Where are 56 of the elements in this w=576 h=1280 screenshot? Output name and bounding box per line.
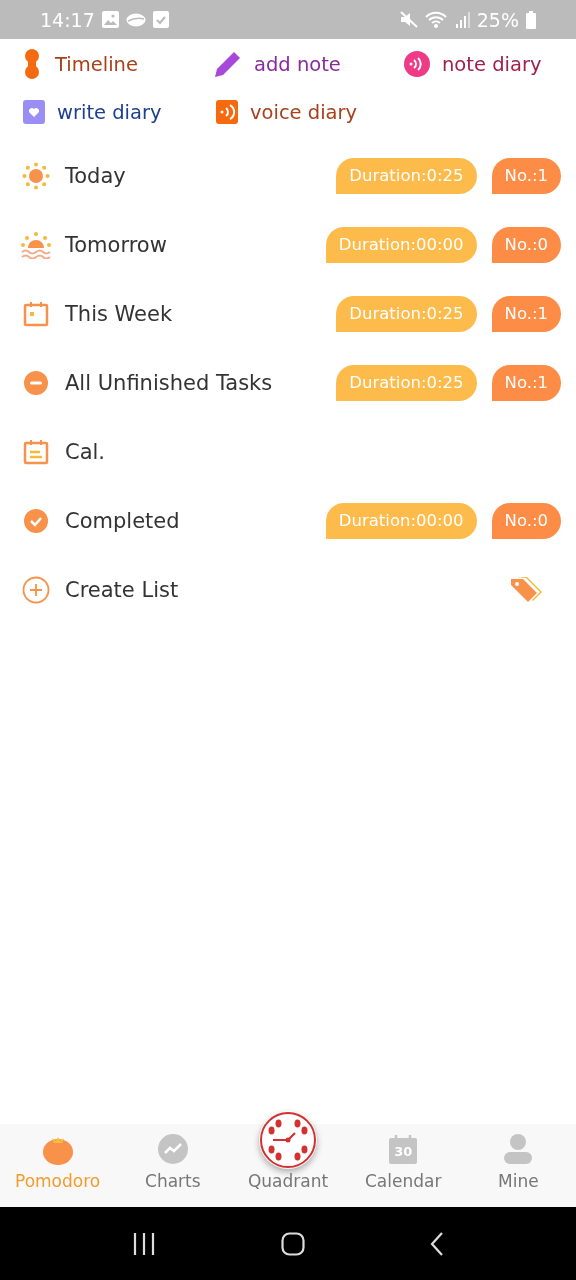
count-badge: No.:0	[491, 502, 561, 539]
nav-tab[interactable]: 30 Calendar	[345, 1124, 461, 1207]
nav-tab[interactable]: Quadrant	[230, 1106, 346, 1207]
count-badge: No.:1	[491, 157, 561, 194]
clock-time: 14:17	[40, 8, 95, 31]
count-badge: No.:1	[491, 364, 561, 401]
list-item[interactable]: Today Duration:0:25 No.:1	[0, 141, 576, 210]
home-icon[interactable]	[281, 1231, 305, 1256]
duration-badge: Duration:0:25	[336, 157, 477, 194]
shortcut-link[interactable]: Timeline	[21, 43, 214, 85]
sunrise-icon	[21, 230, 51, 259]
cloud-icon	[125, 11, 146, 28]
clock-icon[interactable]	[259, 1111, 317, 1169]
tag-icon[interactable]	[509, 574, 545, 605]
pencil-icon	[214, 50, 242, 78]
calendar-icon	[23, 300, 49, 327]
mute-icon	[399, 11, 418, 28]
duration-badge: Duration:00:00	[325, 502, 477, 539]
voice-diary-icon	[214, 99, 238, 125]
duration-badge: Duration:0:25	[336, 364, 477, 401]
chart-icon[interactable]	[156, 1133, 189, 1165]
check-circle-icon	[23, 507, 49, 534]
calendar-icon	[23, 438, 49, 465]
list-item[interactable]: Cal.	[0, 417, 576, 486]
shortcut-link[interactable]: note diary	[404, 43, 574, 85]
shortcut-link[interactable]: write diary	[21, 91, 214, 133]
checkbox-icon	[152, 11, 169, 28]
wifi-icon	[424, 10, 449, 29]
add-circle-icon	[22, 575, 50, 604]
signal-icon	[455, 11, 470, 28]
recent-apps-icon[interactable]	[132, 1232, 157, 1255]
shortcut-link[interactable]: add note	[214, 43, 404, 85]
nav-tab[interactable]: Charts	[115, 1124, 231, 1207]
back-icon[interactable]	[429, 1231, 444, 1256]
list-item[interactable]: This Week Duration:0:25 No.:1	[0, 279, 576, 348]
sun-icon	[22, 161, 50, 190]
image-icon	[101, 11, 119, 28]
list-item[interactable]: Completed Duration:00:00 No.:0	[0, 486, 576, 555]
duration-badge: Duration:0:25	[336, 295, 477, 332]
count-badge: No.:1	[491, 295, 561, 332]
calendar-date: 30	[394, 1144, 413, 1159]
list-item[interactable]: Tomorrow Duration:00:00 No.:0	[0, 210, 576, 279]
nav-tab[interactable]: Mine	[460, 1124, 576, 1207]
minus-circle-icon	[23, 369, 49, 396]
tomato-icon[interactable]	[41, 1135, 74, 1165]
battery-level: 25%	[476, 8, 519, 31]
shortcut-link[interactable]: voice diary	[214, 91, 404, 133]
count-badge: No.:0	[491, 226, 561, 263]
calendar-icon[interactable]	[388, 1135, 419, 1165]
create-list-button[interactable]: Create List	[65, 577, 495, 602]
duration-badge: Duration:00:00	[325, 226, 477, 263]
person-icon[interactable]	[503, 1133, 534, 1165]
diary-icon	[21, 99, 45, 125]
sound-icon	[404, 51, 430, 77]
battery-icon	[526, 10, 536, 29]
list-item[interactable]: All Unfinished Tasks Duration:0:25 No.:1	[0, 348, 576, 417]
